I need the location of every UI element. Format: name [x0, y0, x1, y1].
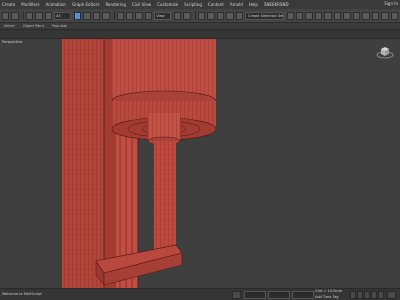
select-manipulate-icon[interactable]: [183, 11, 191, 20]
menu-content[interactable]: Content: [208, 2, 224, 7]
render-production-icon[interactable]: [381, 11, 389, 20]
tab-object-paint[interactable]: Object Paint: [23, 24, 44, 28]
ribbon-panel: [0, 30, 400, 38]
menu-civil-view[interactable]: Civil View: [132, 2, 151, 7]
menu-create[interactable]: Create: [2, 2, 15, 7]
layer-explorer-icon[interactable]: [305, 11, 313, 20]
menu-help[interactable]: Help: [249, 2, 258, 7]
unlink-icon[interactable]: [35, 11, 43, 20]
sign-in-button[interactable]: Sign In: [384, 1, 398, 6]
viewcube-icon[interactable]: [376, 45, 394, 59]
rendered-frame-icon[interactable]: [371, 11, 380, 20]
menu-extra[interactable]: SNEEKRSND: [264, 2, 289, 7]
grid-size-label: Grid = 10.0mm: [315, 289, 343, 293]
placement-icon[interactable]: [144, 11, 153, 20]
toolbar-divider: [113, 11, 115, 20]
selection-set-field[interactable]: Create Selection Set: [245, 11, 284, 20]
maxscript-listener[interactable]: Welcome to MAXScript: [2, 292, 42, 296]
spinner-snap-icon[interactable]: [226, 11, 234, 20]
link-icon[interactable]: [25, 11, 34, 20]
go-to-start-icon[interactable]: [350, 291, 356, 299]
go-to-end-icon[interactable]: [378, 291, 384, 299]
play-icon[interactable]: [364, 291, 370, 299]
rect-selection-icon[interactable]: [92, 11, 101, 20]
edit-named-selection-icon[interactable]: [235, 11, 244, 20]
angle-snap-icon[interactable]: [207, 11, 215, 20]
toolbar-divider: [22, 11, 24, 20]
arnold-render-icon[interactable]: [390, 11, 398, 20]
align-icon[interactable]: [296, 11, 304, 20]
previous-frame-icon[interactable]: [357, 291, 363, 299]
rotate-icon[interactable]: [125, 11, 134, 20]
schematic-view-icon[interactable]: [343, 11, 351, 20]
menu-bar: Create Modifiers Animation Graph Editors…: [0, 0, 400, 9]
main-toolbar: All View Create Selection Set: [0, 9, 400, 23]
perspective-viewport[interactable]: Perspective: [0, 38, 400, 288]
undo-icon[interactable]: [2, 11, 10, 20]
menu-graph-editors[interactable]: Graph Editors: [72, 2, 99, 7]
tab-select[interactable]: Select: [4, 24, 15, 28]
bind-space-warp-icon[interactable]: [44, 11, 53, 20]
menu-modifiers[interactable]: Modifiers: [21, 2, 39, 7]
toolbar-divider: [194, 11, 196, 20]
ribbon-toggle-icon[interactable]: [324, 11, 332, 20]
scene-model: [62, 39, 217, 288]
status-bar: Welcome to MAXScript Grid = 10.0mm Add T…: [0, 288, 400, 300]
move-icon[interactable]: [116, 11, 124, 20]
curve-editor-icon[interactable]: [333, 11, 342, 20]
mirror-icon[interactable]: [286, 11, 295, 20]
menu-arnold[interactable]: Arnold: [230, 2, 243, 7]
snap-toggle-icon[interactable]: [197, 11, 206, 20]
select-object-icon[interactable]: [73, 11, 82, 20]
window-crossing-icon[interactable]: [102, 11, 110, 20]
selection-filter-dropdown[interactable]: All: [54, 11, 71, 20]
material-editor-icon[interactable]: [352, 11, 361, 20]
redo-icon[interactable]: [11, 11, 19, 20]
pivot-icon[interactable]: [173, 11, 182, 20]
reference-coord-dropdown[interactable]: View: [154, 11, 171, 20]
navigation-pan-icon[interactable]: [387, 291, 396, 299]
render-setup-icon[interactable]: [362, 11, 370, 20]
next-frame-icon[interactable]: [371, 291, 377, 299]
add-time-tag[interactable]: Add Time Tag: [315, 295, 339, 299]
z-coordinate-field[interactable]: [292, 291, 314, 299]
menu-animation[interactable]: Animation: [46, 2, 66, 7]
x-coordinate-field[interactable]: [244, 291, 266, 299]
menu-customize[interactable]: Customize: [157, 2, 178, 7]
y-coordinate-field[interactable]: [268, 291, 290, 299]
percent-snap-icon[interactable]: [216, 11, 225, 20]
shaft-mesh: [154, 141, 176, 253]
menu-scripting[interactable]: Scripting: [184, 2, 202, 7]
menu-rendering[interactable]: Rendering: [105, 2, 125, 7]
lock-selection-icon[interactable]: [232, 291, 241, 299]
scale-icon[interactable]: [135, 11, 143, 20]
select-by-name-icon[interactable]: [83, 11, 91, 20]
scene-explorer-icon[interactable]: [314, 11, 323, 20]
shaft-collar-mesh: [147, 113, 181, 146]
tab-populate[interactable]: Populate: [52, 24, 67, 28]
ribbon-tabs: Select Object Paint Populate: [0, 23, 400, 30]
